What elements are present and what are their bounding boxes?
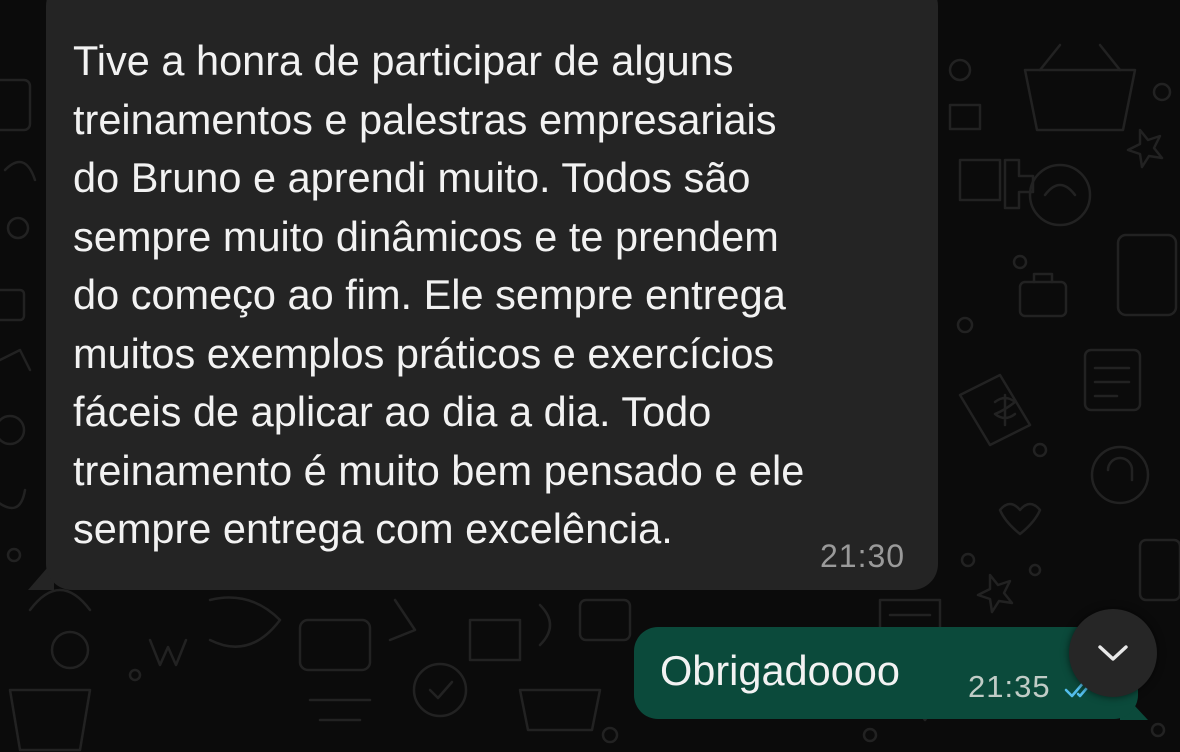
- outgoing-message-time: 21:35: [968, 669, 1051, 704]
- chevron-down-icon: [1098, 645, 1128, 661]
- outgoing-message-text: Obrigadoooo: [660, 647, 900, 694]
- incoming-message-text: Tive a honra de participar de alguns tre…: [73, 37, 805, 552]
- scroll-to-bottom-button[interactable]: [1069, 609, 1157, 697]
- incoming-message-time: 21:30: [820, 538, 906, 574]
